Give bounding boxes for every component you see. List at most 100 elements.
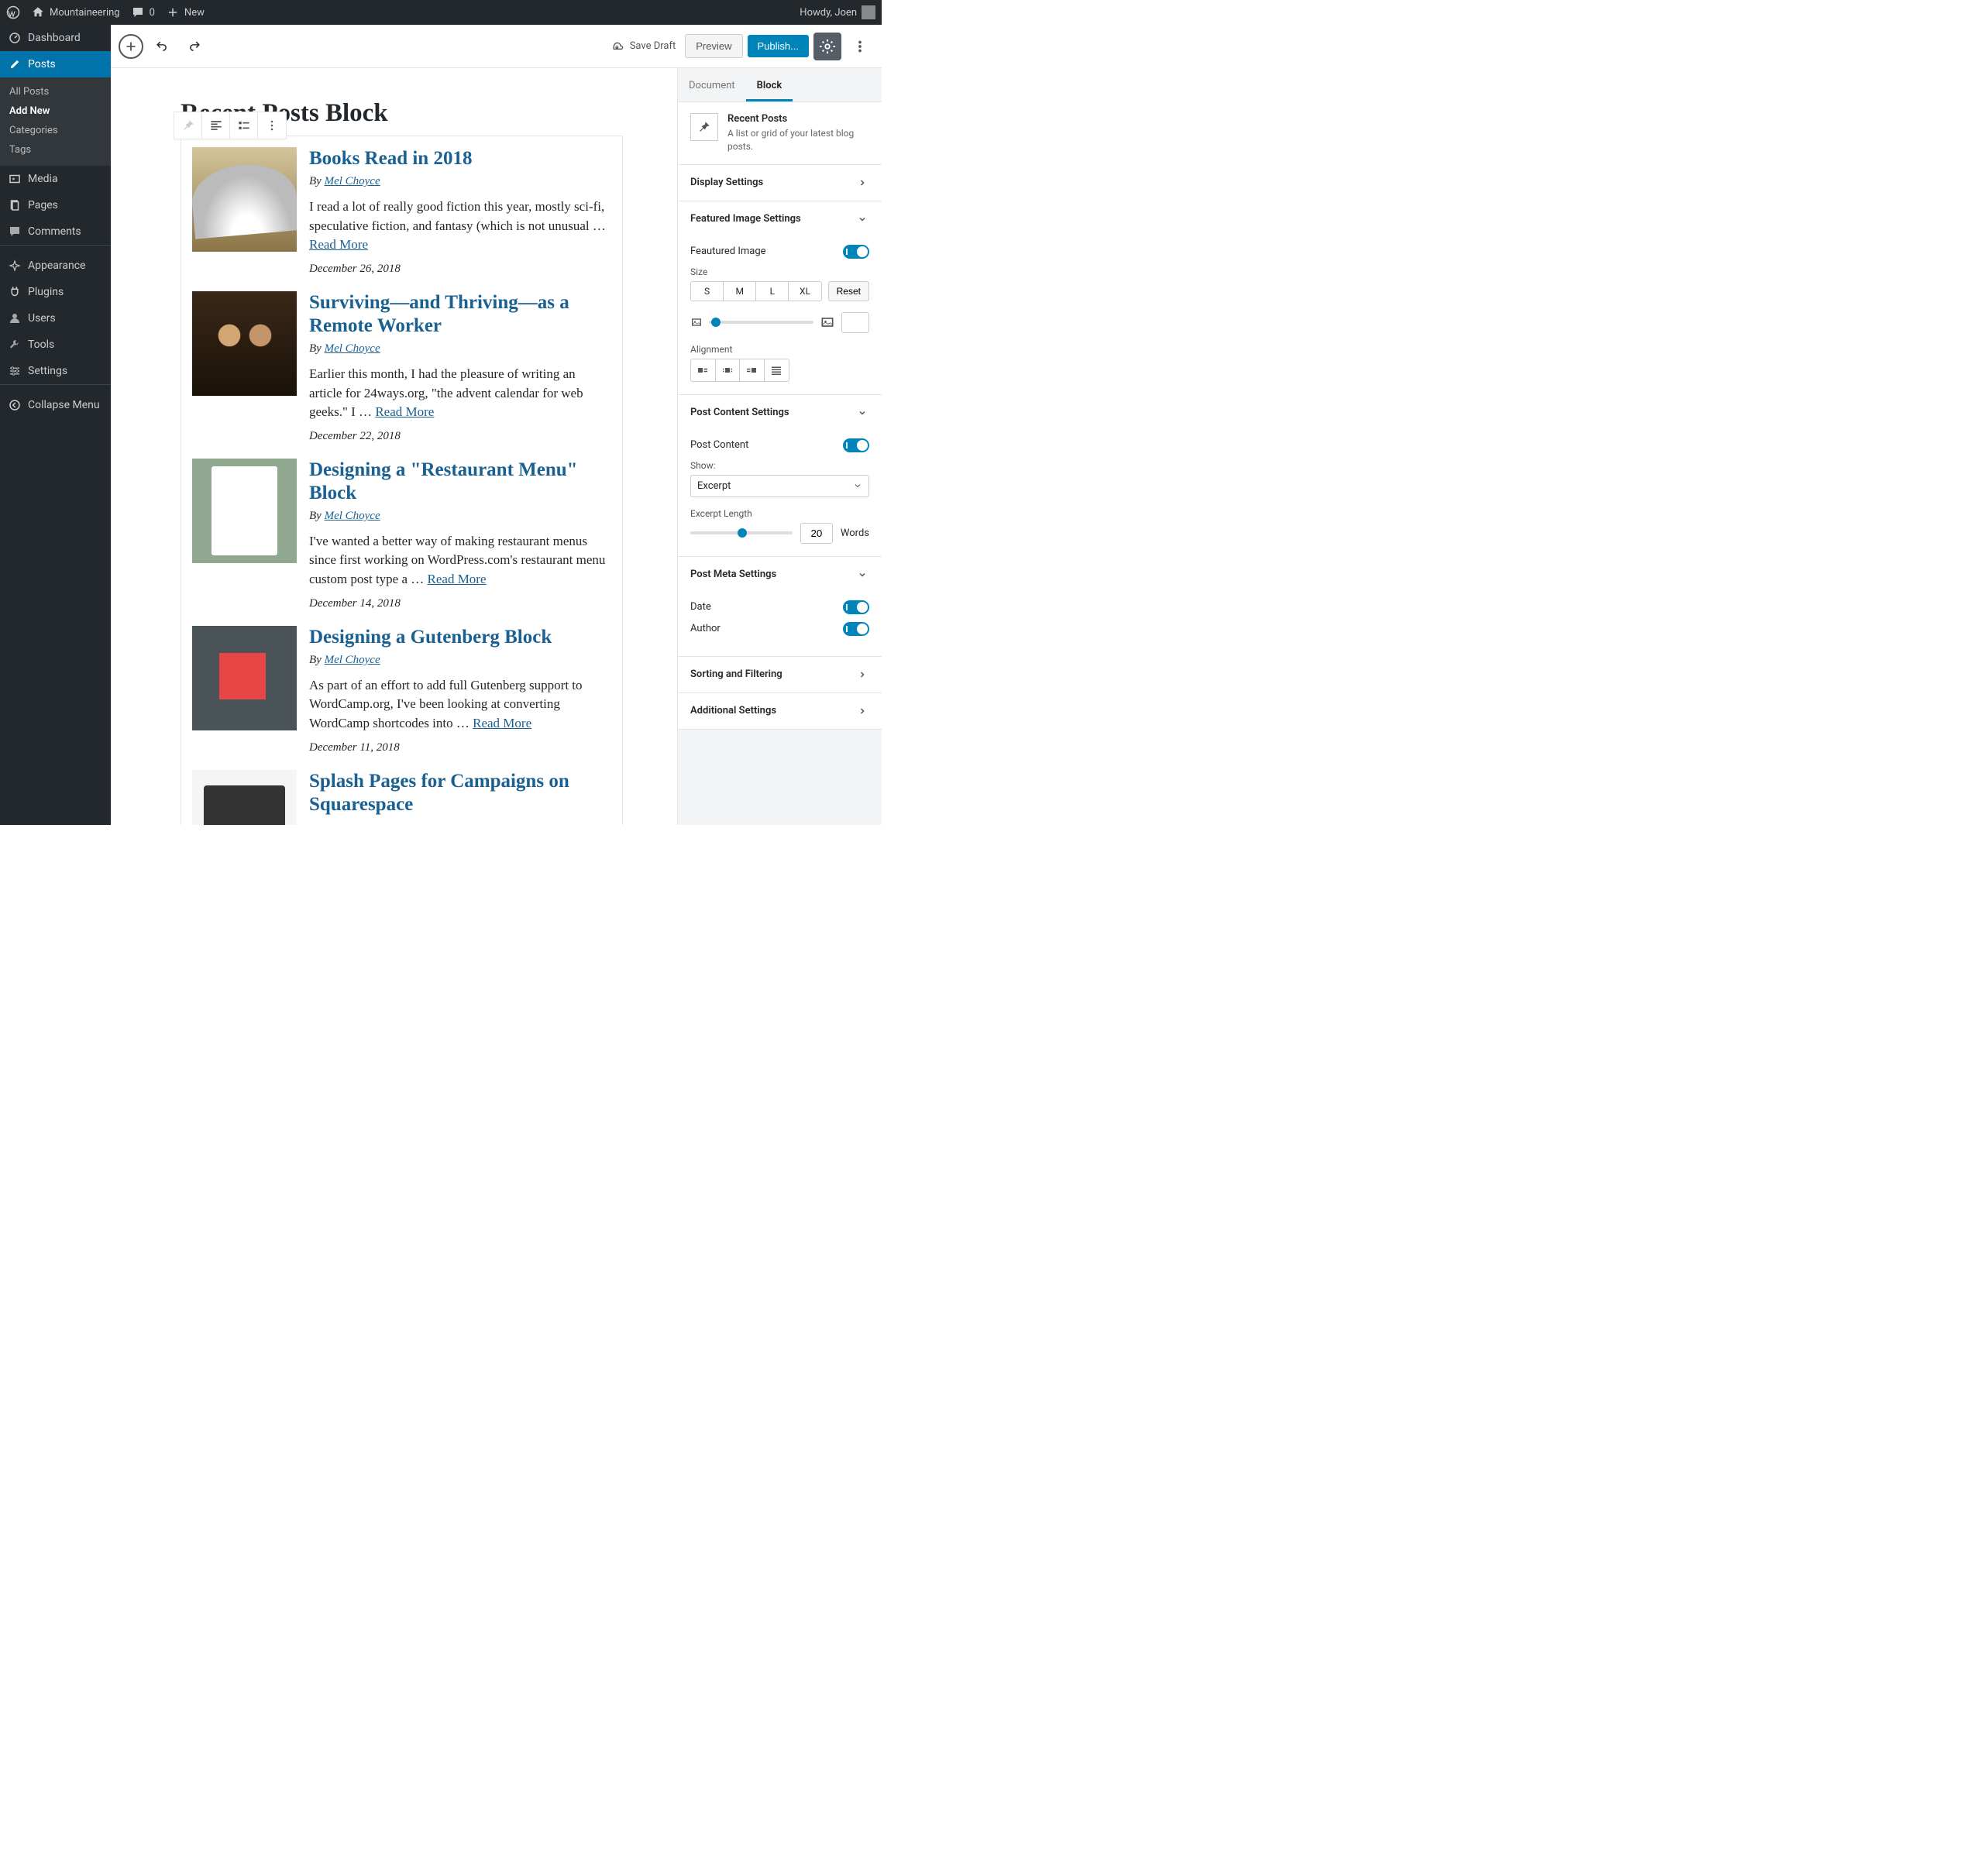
- author-link[interactable]: Mel Choyce: [325, 342, 380, 355]
- post-content-settings-toggle[interactable]: Post Content Settings: [678, 395, 882, 431]
- reset-button[interactable]: Reset: [828, 281, 869, 301]
- undo-button[interactable]: [148, 33, 176, 60]
- size-s-button[interactable]: S: [691, 282, 724, 301]
- sidebar-item-comments[interactable]: Comments: [0, 218, 111, 245]
- align-center-icon[interactable]: [716, 359, 741, 381]
- excerpt-length-slider[interactable]: [690, 531, 793, 534]
- size-button-group[interactable]: SMLXL: [690, 281, 822, 301]
- sidebar-item-appearance[interactable]: Appearance: [0, 253, 111, 279]
- posts-submenu: All Posts Add New Categories Tags: [0, 77, 111, 166]
- author-link[interactable]: Mel Choyce: [325, 175, 380, 187]
- sub-add-new[interactable]: Add New: [0, 101, 111, 121]
- settings-toggle-button[interactable]: [813, 33, 841, 60]
- post-title-link[interactable]: Designing a Gutenberg Block: [309, 626, 611, 649]
- sidebar-item-settings[interactable]: Settings: [0, 358, 111, 384]
- add-block-button[interactable]: [119, 34, 143, 59]
- sorting-filtering-toggle[interactable]: Sorting and Filtering: [678, 657, 882, 692]
- post-content-toggle[interactable]: [843, 438, 869, 452]
- block-desc: A list or grid of your latest blog posts…: [727, 127, 869, 153]
- align-left-icon[interactable]: [691, 359, 716, 381]
- editor-canvas[interactable]: Recent Posts Block Books Read in 2018 By…: [111, 68, 677, 825]
- post-thumbnail: [192, 459, 297, 563]
- post-title-link[interactable]: Books Read in 2018: [309, 147, 611, 170]
- featured-image-label: Feautured Image: [690, 246, 766, 257]
- date-label: Date: [690, 601, 711, 613]
- more-menu-button[interactable]: [846, 33, 874, 60]
- sidebar-item-tools[interactable]: Tools: [0, 332, 111, 358]
- alignment-buttons[interactable]: [690, 359, 789, 382]
- sidebar-item-pages[interactable]: Pages: [0, 192, 111, 218]
- show-select[interactable]: Excerpt: [690, 475, 869, 497]
- size-input[interactable]: [841, 312, 869, 333]
- tab-block[interactable]: Block: [746, 68, 793, 101]
- size-xl-button[interactable]: XL: [789, 282, 820, 301]
- additional-settings-toggle[interactable]: Additional Settings: [678, 693, 882, 729]
- read-more-link[interactable]: Read More: [375, 404, 434, 419]
- post-content-label: Post Content: [690, 439, 748, 451]
- post-meta-settings-toggle[interactable]: Post Meta Settings: [678, 557, 882, 593]
- size-slider[interactable]: [709, 321, 813, 324]
- post-thumbnail: [192, 770, 297, 825]
- comments-link[interactable]: 0: [131, 5, 155, 19]
- date-toggle[interactable]: [843, 600, 869, 614]
- size-l-button[interactable]: L: [756, 282, 789, 301]
- block-info: Recent PostsA list or grid of your lates…: [678, 102, 882, 164]
- post-date: December 26, 2018: [309, 263, 611, 276]
- featured-settings-toggle[interactable]: Featured Image Settings: [678, 201, 882, 237]
- post-byline: By Mel Choyce: [309, 654, 611, 667]
- post-item: Designing a "Restaurant Menu" Block By M…: [192, 459, 611, 610]
- admin-sidebar: Dashboard Posts All Posts Add New Catego…: [0, 25, 111, 825]
- featured-image-toggle[interactable]: [843, 245, 869, 259]
- image-small-icon: [690, 316, 703, 328]
- post-date: December 14, 2018: [309, 597, 611, 610]
- author-link[interactable]: Mel Choyce: [325, 510, 380, 522]
- author-toggle[interactable]: [843, 622, 869, 636]
- wp-logo[interactable]: [6, 5, 20, 19]
- sub-all-posts[interactable]: All Posts: [0, 82, 111, 101]
- admin-bar: Mountaineering 0 New Howdy, Joen: [0, 0, 882, 25]
- post-title-link[interactable]: Splash Pages for Campaigns on Squarespac…: [309, 770, 611, 816]
- editor-toolbar: Save Draft Preview Publish...: [111, 25, 882, 68]
- sub-tags[interactable]: Tags: [0, 140, 111, 160]
- display-settings-toggle[interactable]: Display Settings: [678, 165, 882, 201]
- publish-button[interactable]: Publish...: [748, 35, 809, 57]
- redo-button[interactable]: [181, 33, 208, 60]
- pin-icon: [690, 113, 718, 141]
- post-thumbnail: [192, 147, 297, 252]
- author-label: Author: [690, 623, 721, 634]
- pin-icon[interactable]: [174, 112, 202, 139]
- new-link[interactable]: New: [166, 5, 205, 19]
- post-byline: By Mel Choyce: [309, 342, 611, 356]
- howdy-user[interactable]: Howdy, Joen: [800, 5, 875, 19]
- align-full-icon[interactable]: [765, 359, 789, 381]
- post-excerpt: I read a lot of really good fiction this…: [309, 198, 611, 255]
- post-title-link[interactable]: Designing a "Restaurant Menu" Block: [309, 459, 611, 505]
- author-link[interactable]: Mel Choyce: [325, 654, 380, 666]
- post-item: Splash Pages for Campaigns on Squarespac…: [192, 770, 611, 825]
- read-more-link[interactable]: Read More: [473, 716, 531, 730]
- block-more-icon[interactable]: [258, 112, 286, 139]
- site-link[interactable]: Mountaineering: [31, 5, 120, 19]
- align-icon[interactable]: [202, 112, 230, 139]
- excerpt-length-input[interactable]: [800, 523, 833, 544]
- sidebar-item-plugins[interactable]: Plugins: [0, 279, 111, 305]
- sidebar-item-media[interactable]: Media: [0, 166, 111, 192]
- size-m-button[interactable]: M: [724, 282, 756, 301]
- sidebar-item-users[interactable]: Users: [0, 305, 111, 332]
- sub-categories[interactable]: Categories: [0, 121, 111, 140]
- align-right-icon[interactable]: [740, 359, 765, 381]
- read-more-link[interactable]: Read More: [309, 237, 368, 252]
- post-title-link[interactable]: Surviving—and Thriving—as a Remote Worke…: [309, 291, 611, 338]
- recent-posts-block[interactable]: Books Read in 2018 By Mel Choyce I read …: [181, 136, 623, 825]
- sidebar-item-dashboard[interactable]: Dashboard: [0, 25, 111, 51]
- post-excerpt: Earlier this month, I had the pleasure o…: [309, 365, 611, 422]
- list-view-icon[interactable]: [230, 112, 258, 139]
- sidebar-item-posts[interactable]: Posts: [0, 51, 111, 77]
- size-label: Size: [690, 266, 869, 277]
- tab-document[interactable]: Document: [678, 68, 746, 101]
- read-more-link[interactable]: Read More: [428, 572, 487, 586]
- sidebar-collapse[interactable]: Collapse Menu: [0, 392, 111, 418]
- save-draft-button[interactable]: Save Draft: [610, 39, 676, 54]
- preview-button[interactable]: Preview: [685, 34, 742, 58]
- post-byline: By Mel Choyce: [309, 510, 611, 523]
